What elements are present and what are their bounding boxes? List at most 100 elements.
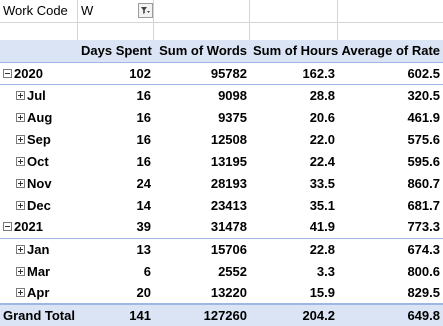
row-label: Oct xyxy=(27,153,49,169)
average-of-rate-cell[interactable]: 320.5 xyxy=(338,84,443,106)
month-row: Dec 14 23413 35.1 681.7 xyxy=(0,194,443,216)
average-of-rate-cell[interactable]: 860.7 xyxy=(338,172,443,194)
expand-icon[interactable] xyxy=(16,134,25,144)
empty-cell[interactable] xyxy=(338,0,443,22)
row-label: Sep xyxy=(27,131,51,147)
row-label-cell[interactable]: Apr xyxy=(0,282,78,304)
sum-of-hours-header[interactable]: Sum of Hours xyxy=(250,40,338,63)
sum-of-words-cell[interactable]: 12508 xyxy=(154,128,250,150)
sum-of-words-cell[interactable]: 13195 xyxy=(154,150,250,172)
sum-of-hours-cell[interactable]: 15.9 xyxy=(250,282,338,304)
row-label-cell[interactable]: Jul xyxy=(0,84,78,106)
empty-cell[interactable] xyxy=(154,0,250,22)
average-of-rate-cell[interactable]: 681.7 xyxy=(338,194,443,216)
sum-of-hours-cell[interactable]: 3.3 xyxy=(250,260,338,282)
sum-of-hours-cell[interactable]: 28.8 xyxy=(250,84,338,106)
expand-icon[interactable] xyxy=(16,90,25,100)
expand-icon[interactable] xyxy=(16,178,25,188)
expand-icon[interactable] xyxy=(16,112,25,122)
sum-of-hours-cell[interactable]: 35.1 xyxy=(250,194,338,216)
grand-total-label[interactable]: Grand Total xyxy=(0,303,78,326)
pivot-table: Days Spent Sum of Words Sum of Hours Ave… xyxy=(0,40,443,326)
row-label: 2020 xyxy=(14,65,43,81)
days-spent-cell[interactable]: 102 xyxy=(78,62,154,85)
sum-of-words-cell[interactable]: 31478 xyxy=(154,216,250,239)
row-labels-header[interactable] xyxy=(0,40,78,63)
empty-cell[interactable] xyxy=(250,0,338,22)
expand-icon[interactable] xyxy=(16,200,25,210)
row-label-cell[interactable]: Nov xyxy=(0,172,78,194)
report-filter-row: Work Code W xyxy=(0,0,443,23)
days-spent-cell[interactable]: 16 xyxy=(78,84,154,106)
grand-total-days[interactable]: 141 xyxy=(78,303,154,326)
sum-of-hours-cell[interactable]: 20.6 xyxy=(250,106,338,128)
days-spent-cell[interactable]: 16 xyxy=(78,128,154,150)
expand-icon[interactable] xyxy=(16,266,25,276)
sum-of-hours-cell[interactable]: 41.9 xyxy=(250,216,338,239)
row-label-cell[interactable]: 2020 xyxy=(0,62,78,85)
average-of-rate-cell[interactable]: 674.3 xyxy=(338,238,443,260)
sum-of-words-header[interactable]: Sum of Words xyxy=(154,40,250,63)
expand-icon[interactable] xyxy=(16,156,25,166)
sum-of-hours-cell[interactable]: 22.0 xyxy=(250,128,338,150)
average-of-rate-cell[interactable]: 829.5 xyxy=(338,282,443,304)
sum-of-hours-cell[interactable]: 33.5 xyxy=(250,172,338,194)
grand-total-hours[interactable]: 204.2 xyxy=(250,303,338,326)
days-spent-header[interactable]: Days Spent xyxy=(78,40,154,63)
row-label: Nov xyxy=(27,175,52,191)
days-spent-cell[interactable]: 16 xyxy=(78,106,154,128)
grand-total-row: Grand Total 141 127260 204.2 649.8 xyxy=(0,303,443,326)
days-spent-cell[interactable]: 24 xyxy=(78,172,154,194)
row-label-cell[interactable]: Sep xyxy=(0,128,78,150)
row-label: Mar xyxy=(27,263,51,279)
row-label: Apr xyxy=(27,285,50,300)
row-label-cell[interactable]: Mar xyxy=(0,260,78,282)
row-label-cell[interactable]: Oct xyxy=(0,150,78,172)
days-spent-cell[interactable]: 14 xyxy=(78,194,154,216)
average-of-rate-cell[interactable]: 461.9 xyxy=(338,106,443,128)
month-row: Jan 13 15706 22.8 674.3 xyxy=(0,238,443,260)
collapse-icon[interactable] xyxy=(3,222,12,232)
sum-of-words-cell[interactable]: 9375 xyxy=(154,106,250,128)
year-row: 2020 102 95782 162.3 602.5 xyxy=(0,62,443,85)
collapse-icon[interactable] xyxy=(3,68,12,78)
days-spent-cell[interactable]: 16 xyxy=(78,150,154,172)
expand-icon[interactable] xyxy=(16,244,25,254)
row-label: Aug xyxy=(27,109,53,125)
row-label: Dec xyxy=(27,197,51,213)
days-spent-cell[interactable]: 6 xyxy=(78,260,154,282)
month-row: Jul 16 9098 28.8 320.5 xyxy=(0,84,443,106)
row-label: Jan xyxy=(27,241,50,257)
expand-icon[interactable] xyxy=(16,288,25,298)
row-label-cell[interactable]: Aug xyxy=(0,106,78,128)
sum-of-hours-cell[interactable]: 162.3 xyxy=(250,62,338,85)
sum-of-words-cell[interactable]: 15706 xyxy=(154,238,250,260)
sum-of-words-cell[interactable]: 95782 xyxy=(154,62,250,85)
row-label-cell[interactable]: Dec xyxy=(0,194,78,216)
sum-of-words-cell[interactable]: 9098 xyxy=(154,84,250,106)
sum-of-words-cell[interactable]: 28193 xyxy=(154,172,250,194)
month-row: Apr 20 13220 15.9 829.5 xyxy=(0,282,443,304)
average-of-rate-cell[interactable]: 575.6 xyxy=(338,128,443,150)
sum-of-words-cell[interactable]: 2552 xyxy=(154,260,250,282)
average-of-rate-cell[interactable]: 800.6 xyxy=(338,260,443,282)
days-spent-cell[interactable]: 13 xyxy=(78,238,154,260)
average-of-rate-cell[interactable]: 773.3 xyxy=(338,216,443,239)
sum-of-words-cell[interactable]: 23413 xyxy=(154,194,250,216)
month-row: Aug 16 9375 20.6 461.9 xyxy=(0,106,443,128)
row-label-cell[interactable]: Jan xyxy=(0,238,78,260)
sum-of-hours-cell[interactable]: 22.8 xyxy=(250,238,338,260)
grand-total-words[interactable]: 127260 xyxy=(154,303,250,326)
row-label-cell[interactable]: 2021 xyxy=(0,216,78,239)
days-spent-cell[interactable]: 39 xyxy=(78,216,154,239)
filter-dropdown-icon[interactable] xyxy=(138,3,153,18)
grand-total-rate[interactable]: 649.8 xyxy=(338,303,443,326)
month-row: Nov 24 28193 33.5 860.7 xyxy=(0,172,443,194)
sum-of-words-cell[interactable]: 13220 xyxy=(154,282,250,304)
average-of-rate-cell[interactable]: 595.6 xyxy=(338,150,443,172)
average-of-rate-cell[interactable]: 602.5 xyxy=(338,62,443,85)
sum-of-hours-cell[interactable]: 22.4 xyxy=(250,150,338,172)
month-row: Mar 6 2552 3.3 800.6 xyxy=(0,260,443,282)
average-of-rate-header[interactable]: Average of Rate xyxy=(338,40,443,63)
days-spent-cell[interactable]: 20 xyxy=(78,282,154,304)
